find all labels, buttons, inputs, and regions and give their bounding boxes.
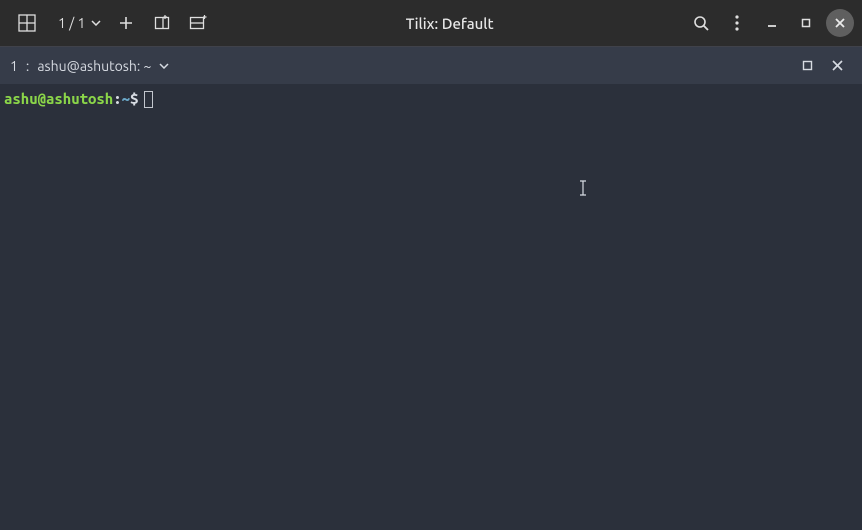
new-session-button[interactable] [109,6,143,40]
tab-maximize-button[interactable] [792,51,822,81]
titlebar: 1 / 1 Tilix: Default [0,0,862,46]
close-icon [835,18,845,28]
minimize-icon [767,18,777,28]
mouse-text-cursor [579,180,581,196]
terminal-tab-title: ashu@ashutosh: ~ [37,58,151,74]
session-tabbar: 1: ashu@ashutosh: ~ [0,46,862,84]
prompt-path: ~ [122,90,130,108]
hamburger-menu-button[interactable] [720,6,754,40]
search-icon [693,15,709,31]
session-counter-text: 1 / 1 [58,15,85,31]
split-right-icon [154,15,170,31]
session-counter[interactable]: 1 / 1 [52,8,107,38]
app-menu-icon[interactable] [12,8,42,38]
prompt-user-host: ashu@ashutosh [4,90,113,108]
plus-icon [119,16,133,30]
prompt-separator: : [113,90,121,108]
close-button[interactable] [826,9,854,37]
split-right-button[interactable] [145,6,179,40]
close-icon [832,60,843,71]
window-title: Tilix: Default [217,15,682,32]
terminal-cursor [144,91,153,108]
prompt-symbol: $ [130,90,138,108]
terminal-tab-index: 1 [10,58,18,74]
split-down-icon [189,15,207,31]
chevron-down-icon [159,63,169,69]
chevron-down-icon [91,20,101,26]
split-down-button[interactable] [181,6,215,40]
tab-close-button[interactable] [822,51,852,81]
prompt-line: ashu@ashutosh:~$ [4,90,858,108]
kebab-icon [735,15,739,31]
search-button[interactable] [684,6,718,40]
minimize-button[interactable] [758,9,786,37]
terminal-tab[interactable]: 1: ashu@ashutosh: ~ [10,58,169,74]
maximize-icon [801,18,811,28]
maximize-button[interactable] [792,9,820,37]
maximize-icon [802,60,813,71]
terminal-viewport[interactable]: ashu@ashutosh:~$ [0,84,862,530]
